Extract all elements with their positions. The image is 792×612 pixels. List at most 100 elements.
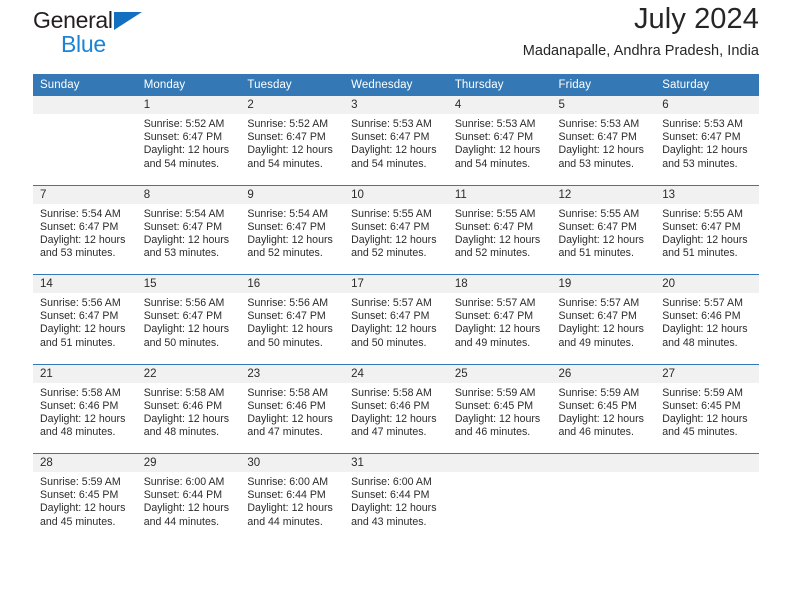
day-cell[interactable]: 15 Sunrise: 5:56 AM Sunset: 6:47 PM Dayligh… — [136, 275, 241, 364]
sunrise-text: Sunrise: 5:58 AM — [40, 386, 121, 399]
sunset-text: Sunset: 6:46 PM — [40, 399, 119, 412]
day-number: 9 — [240, 185, 345, 204]
day-details: Sunrise: 5:59 AM Sunset: 6:45 PM Daylight:… — [655, 383, 759, 440]
calendar-cell — [447, 453, 552, 543]
weekday-header-row: Sunday Monday Tuesday Wednesday Thursday… — [33, 74, 759, 96]
day-number: 4 — [447, 96, 552, 114]
calendar-cell: 6 Sunrise: 5:53 AM Sunset: 6:47 PM Daylight… — [655, 96, 759, 185]
daylight-text-line2: and 54 minutes. — [143, 157, 220, 170]
daylight-text-line1: Daylight: 12 hours — [40, 502, 126, 515]
calendar-week-row: 14 Sunrise: 5:56 AM Sunset: 6:47 PM Dayligh… — [33, 274, 759, 364]
daylight-text-line2: and 50 minutes. — [351, 336, 427, 349]
day-cell[interactable]: 21 Sunrise: 5:58 AM Sunset: 6:46 PM Dayligh… — [33, 364, 137, 454]
day-cell[interactable]: 11 Sunrise: 5:55 AM Sunset: 6:47 PM Dayligh… — [447, 185, 552, 275]
weekday-header-thursday: Thursday — [447, 74, 552, 96]
daylight-text-line1: Daylight: 12 hours — [454, 144, 541, 157]
day-number: 6 — [655, 96, 759, 114]
sunset-text: Sunset: 6:45 PM — [40, 489, 119, 502]
calendar-cell: 19 Sunrise: 5:57 AM Sunset: 6:47 PM Dayligh… — [551, 274, 656, 364]
day-cell[interactable]: 27 Sunrise: 5:59 AM Sunset: 6:45 PM Dayligh… — [655, 364, 759, 454]
page-title: July 2024 — [633, 3, 759, 35]
daylight-text-line2: and 44 minutes. — [143, 515, 220, 528]
calendar-cell: 31 Sunrise: 6:00 AM Sunset: 6:44 PM Dayligh… — [344, 453, 448, 543]
day-number: 11 — [447, 185, 552, 204]
daylight-text-line2: and 49 minutes. — [454, 336, 531, 349]
daylight-text-line1: Daylight: 12 hours — [40, 323, 126, 336]
daylight-text-line2: and 54 minutes. — [351, 157, 427, 170]
sunset-text: Sunset: 6:45 PM — [454, 399, 534, 412]
day-cell[interactable]: 30 Sunrise: 6:00 AM Sunset: 6:44 PM Dayligh… — [240, 454, 345, 543]
sunset-text: Sunset: 6:47 PM — [662, 220, 741, 233]
day-cell[interactable]: 26 Sunrise: 5:59 AM Sunset: 6:45 PM Dayligh… — [551, 364, 656, 454]
sunrise-text: Sunrise: 5:59 AM — [454, 386, 536, 399]
day-cell[interactable]: 24 Sunrise: 5:58 AM Sunset: 6:46 PM Dayligh… — [344, 364, 448, 454]
day-cell[interactable]: 16 Sunrise: 5:56 AM Sunset: 6:47 PM Dayligh… — [240, 275, 345, 364]
sunset-text: Sunset: 6:47 PM — [454, 220, 534, 233]
calendar-cell: 22 Sunrise: 5:58 AM Sunset: 6:46 PM Dayligh… — [136, 363, 241, 454]
sunset-text: Sunset: 6:47 PM — [558, 310, 637, 323]
daylight-text-line1: Daylight: 12 hours — [558, 323, 644, 336]
day-details: Sunrise: 5:54 AM Sunset: 6:47 PM Daylight:… — [240, 204, 344, 261]
sunset-text: Sunset: 6:46 PM — [351, 399, 430, 412]
sunrise-text: Sunrise: 5:59 AM — [558, 386, 640, 399]
day-cell[interactable]: 13 Sunrise: 5:55 AM Sunset: 6:47 PM Dayligh… — [655, 185, 759, 275]
logo-text-blue: Blue — [61, 31, 106, 57]
sunrise-text: Sunrise: 5:56 AM — [247, 297, 329, 309]
day-cell-empty — [447, 454, 552, 543]
day-details: Sunrise: 5:59 AM Sunset: 6:45 PM Daylight:… — [552, 383, 656, 440]
sunset-text: Sunset: 6:47 PM — [662, 131, 741, 144]
daylight-text-line1: Daylight: 12 hours — [143, 233, 230, 246]
sunset-text: Sunset: 6:47 PM — [143, 310, 223, 323]
calendar-cell: 27 Sunrise: 5:59 AM Sunset: 6:45 PM Dayligh… — [655, 363, 759, 454]
day-cell[interactable]: 17 Sunrise: 5:57 AM Sunset: 6:47 PM Dayligh… — [344, 275, 448, 364]
day-details: Sunrise: 5:57 AM Sunset: 6:46 PM Daylight:… — [655, 293, 759, 350]
daylight-text-line2: and 52 minutes. — [454, 247, 531, 260]
daylight-text-line2: and 50 minutes. — [247, 336, 323, 349]
day-cell[interactable]: 2 Sunrise: 5:52 AM Sunset: 6:47 PM Daylight… — [240, 96, 345, 185]
calendar-week-row: 1 Sunrise: 5:52 AM Sunset: 6:47 PM Daylight… — [33, 96, 759, 185]
day-details: Sunrise: 5:57 AM Sunset: 6:47 PM Daylight:… — [448, 293, 552, 350]
calendar-cell: 5 Sunrise: 5:53 AM Sunset: 6:47 PM Daylight… — [551, 96, 656, 185]
day-number: 2 — [240, 96, 345, 114]
day-details: Sunrise: 5:55 AM Sunset: 6:47 PM Daylight:… — [448, 204, 552, 261]
sunrise-text: Sunrise: 5:55 AM — [662, 207, 743, 220]
sunrise-text: Sunrise: 5:56 AM — [143, 297, 225, 309]
day-cell[interactable]: 22 Sunrise: 5:58 AM Sunset: 6:46 PM Dayligh… — [136, 364, 241, 454]
day-cell[interactable]: 14 Sunrise: 5:56 AM Sunset: 6:47 PM Dayligh… — [33, 275, 137, 364]
day-number: 28 — [33, 454, 137, 472]
day-cell[interactable]: 29 Sunrise: 6:00 AM Sunset: 6:44 PM Dayligh… — [136, 454, 241, 543]
day-cell[interactable]: 8 Sunrise: 5:54 AM Sunset: 6:47 PM Daylight… — [136, 185, 241, 275]
daylight-text-line2: and 53 minutes. — [558, 157, 634, 170]
day-cell[interactable]: 5 Sunrise: 5:53 AM Sunset: 6:47 PM Daylight… — [551, 96, 656, 185]
sunrise-text: Sunrise: 5:53 AM — [558, 118, 640, 130]
daylight-text-line2: and 47 minutes. — [247, 426, 323, 439]
daylight-text-line2: and 53 minutes. — [40, 247, 116, 260]
day-cell[interactable]: 28 Sunrise: 5:59 AM Sunset: 6:45 PM Dayligh… — [33, 454, 137, 543]
calendar-cell: 11 Sunrise: 5:55 AM Sunset: 6:47 PM Dayligh… — [447, 184, 552, 275]
day-cell[interactable]: 10 Sunrise: 5:55 AM Sunset: 6:47 PM Dayligh… — [344, 185, 448, 275]
calendar-cell: 20 Sunrise: 5:57 AM Sunset: 6:46 PM Dayligh… — [655, 274, 759, 364]
day-cell[interactable]: 20 Sunrise: 5:57 AM Sunset: 6:46 PM Dayligh… — [655, 275, 759, 364]
daylight-text-line1: Daylight: 12 hours — [454, 412, 541, 425]
daylight-text-line2: and 54 minutes. — [247, 157, 323, 170]
day-cell[interactable]: 9 Sunrise: 5:54 AM Sunset: 6:47 PM Daylight… — [240, 185, 345, 275]
day-cell[interactable]: 4 Sunrise: 5:53 AM Sunset: 6:47 PM Daylight… — [447, 96, 552, 185]
day-cell[interactable]: 23 Sunrise: 5:58 AM Sunset: 6:46 PM Dayligh… — [240, 364, 345, 454]
day-cell[interactable]: 31 Sunrise: 6:00 AM Sunset: 6:44 PM Dayligh… — [344, 454, 448, 543]
day-cell[interactable]: 25 Sunrise: 5:59 AM Sunset: 6:45 PM Dayligh… — [447, 364, 552, 454]
day-cell[interactable]: 7 Sunrise: 5:54 AM Sunset: 6:47 PM Daylight… — [33, 185, 137, 275]
daylight-text-line2: and 49 minutes. — [558, 336, 634, 349]
day-cell[interactable]: 6 Sunrise: 5:53 AM Sunset: 6:47 PM Daylight… — [655, 96, 759, 185]
daylight-text-line1: Daylight: 12 hours — [351, 412, 437, 425]
sunset-text: Sunset: 6:47 PM — [247, 220, 326, 233]
day-cell[interactable]: 19 Sunrise: 5:57 AM Sunset: 6:47 PM Dayligh… — [551, 275, 656, 364]
day-cell-empty — [33, 96, 137, 185]
daylight-text-line2: and 46 minutes. — [558, 426, 634, 439]
sunrise-text: Sunrise: 5:52 AM — [247, 118, 329, 130]
day-number: 22 — [136, 364, 241, 383]
day-cell[interactable]: 1 Sunrise: 5:52 AM Sunset: 6:47 PM Daylight… — [136, 96, 241, 185]
day-cell[interactable]: 3 Sunrise: 5:53 AM Sunset: 6:47 PM Daylight… — [344, 96, 448, 185]
day-cell[interactable]: 18 Sunrise: 5:57 AM Sunset: 6:47 PM Dayligh… — [447, 275, 552, 364]
day-cell[interactable]: 12 Sunrise: 5:55 AM Sunset: 6:47 PM Dayligh… — [551, 185, 656, 275]
day-details: Sunrise: 5:53 AM Sunset: 6:47 PM Daylight:… — [655, 114, 759, 171]
